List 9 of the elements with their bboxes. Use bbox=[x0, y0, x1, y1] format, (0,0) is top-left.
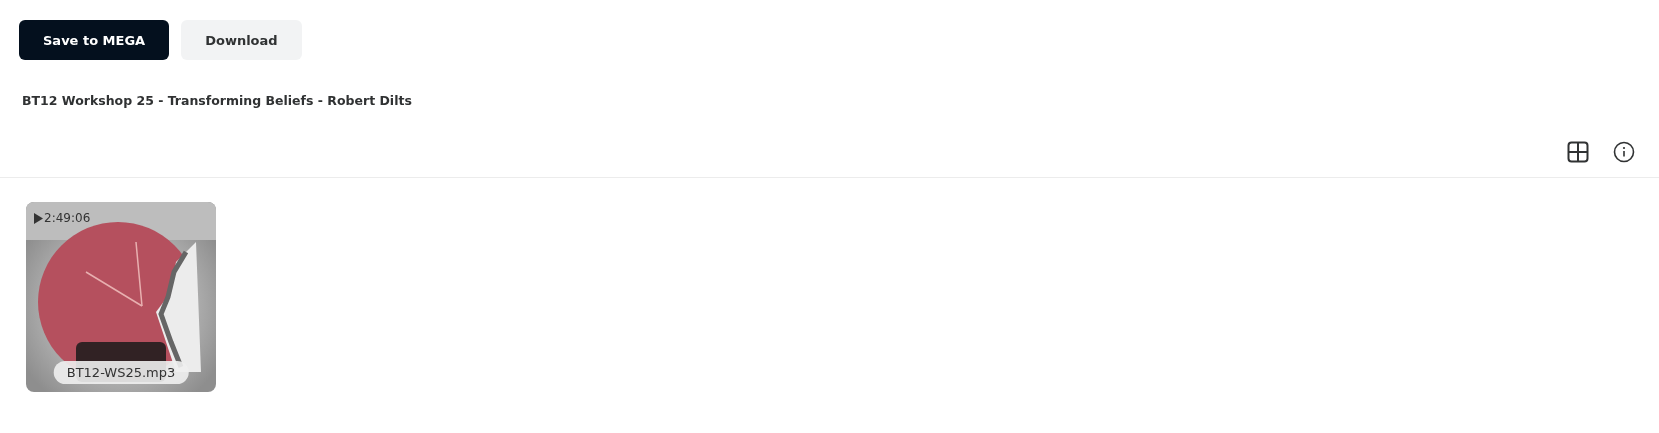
file-name: BT12-WS25.mp3 bbox=[53, 361, 189, 384]
folder-title: BT12 Workshop 25 - Transforming Beliefs - Robert Dilts bbox=[21, 92, 413, 108]
download-button[interactable]: Download bbox=[181, 20, 302, 60]
save-button[interactable]: Save to MEGA bbox=[19, 20, 170, 60]
grid-view-icon[interactable] bbox=[1567, 141, 1589, 163]
file-thumbnail[interactable]: 2:49:06 BT12-WS25.mp3 bbox=[26, 202, 216, 392]
play-icon bbox=[34, 212, 43, 224]
info-icon[interactable] bbox=[1613, 141, 1635, 163]
duration-label: 2:49:06 bbox=[44, 211, 91, 225]
